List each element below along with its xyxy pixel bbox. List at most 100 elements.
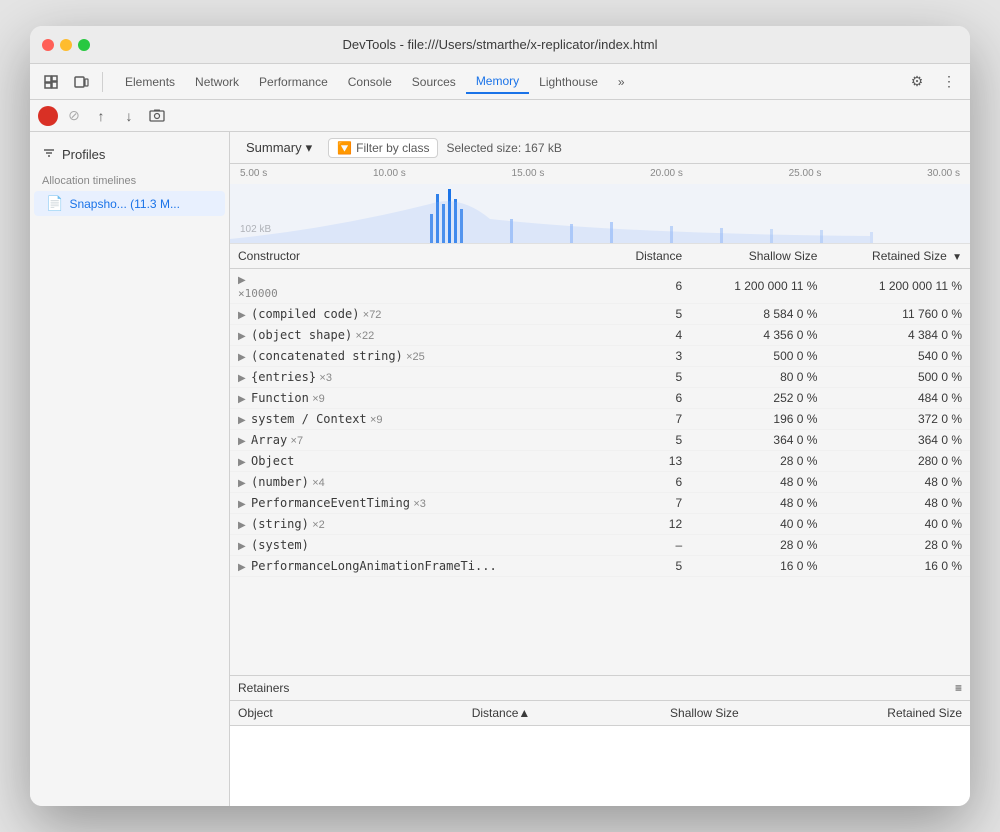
expand-arrow-icon[interactable]: ▶ [238, 373, 246, 384]
ret-col-distance[interactable]: Distance▲ [355, 701, 539, 726]
table-row[interactable]: ▶ PerformanceEventTiming ×3 7 48 0 % 48 … [230, 493, 970, 514]
snapshot-item[interactable]: 📄 Snapsho... (11.3 M... [34, 191, 225, 216]
record-button[interactable] [38, 106, 58, 126]
tab-more[interactable]: » [608, 71, 635, 93]
shallow-pct: 0 % [797, 433, 818, 447]
retained-pct: 0 % [941, 412, 962, 426]
inspect-icon[interactable] [38, 69, 64, 95]
retained-pct: 0 % [941, 328, 962, 342]
table-row[interactable]: ▶ Object 13 28 0 % 280 0 % [230, 451, 970, 472]
distance-cell: 7 [605, 493, 691, 514]
col-retained[interactable]: Retained Size ▼ [825, 244, 970, 269]
expand-arrow-icon[interactable]: ▶ [238, 478, 246, 489]
constructor-name: {entries} [251, 370, 316, 384]
device-toggle-icon[interactable] [68, 69, 94, 95]
tab-sources[interactable]: Sources [402, 71, 466, 93]
constructor-cell: ▶ PerformanceEventTiming ×3 [230, 493, 605, 514]
download-icon[interactable]: ↓ [118, 105, 140, 127]
toolbar-right: ⚙ ⋮ [904, 69, 962, 95]
table-row[interactable]: ▶ (string) ×2 12 40 0 % 40 0 % [230, 514, 970, 535]
retained-pct: 0 % [941, 475, 962, 489]
table-row[interactable]: ▶ (number) ×4 6 48 0 % 48 0 % [230, 472, 970, 493]
shallow-cell: 80 0 % [690, 367, 825, 388]
tab-memory[interactable]: Memory [466, 70, 529, 94]
tab-elements[interactable]: Elements [115, 71, 185, 93]
shallow-pct: 0 % [797, 307, 818, 321]
expand-arrow-icon[interactable]: ▶ [238, 415, 246, 426]
tab-performance[interactable]: Performance [249, 71, 338, 93]
table-row[interactable]: ▶ Function ×9 6 252 0 % 484 0 % [230, 388, 970, 409]
close-button[interactable] [42, 39, 54, 51]
distance-cell: 12 [605, 514, 691, 535]
upload-icon[interactable]: ↑ [90, 105, 112, 127]
expand-arrow-icon[interactable]: ▶ [238, 310, 246, 321]
expand-arrow-icon[interactable]: ▶ [238, 520, 246, 531]
constructor-name: (object shape) [251, 328, 352, 342]
shallow-pct: 0 % [797, 412, 818, 426]
col-constructor[interactable]: Constructor [230, 244, 605, 269]
table-row[interactable]: ▶ (concatenated string) ×25 3 500 0 % 54… [230, 346, 970, 367]
col-shallow[interactable]: Shallow Size [690, 244, 825, 269]
expand-arrow-icon[interactable]: ▶ [238, 331, 246, 342]
constructor-cell: ▶ system / Context ×9 [230, 409, 605, 430]
retained-pct: 0 % [941, 496, 962, 510]
expand-arrow-icon[interactable]: ▶ [238, 499, 246, 510]
tab-console[interactable]: Console [338, 71, 402, 93]
ret-col-retained[interactable]: Retained Size [747, 701, 970, 726]
filter-by-class-button[interactable]: 🔽 Filter by class [328, 138, 438, 158]
label-25s: 25.00 s [789, 168, 822, 179]
expand-arrow-icon[interactable]: ▶ [238, 352, 246, 363]
traffic-lights [42, 39, 90, 51]
retained-cell: 484 0 % [825, 388, 970, 409]
heap-snapshot-table: Constructor Distance Shallow Size Retain… [230, 244, 970, 577]
table-row[interactable]: ▶ (system) – 28 0 % 28 0 % [230, 535, 970, 556]
distance-cell: 5 [605, 430, 691, 451]
distance-cell: 5 [605, 367, 691, 388]
table-row[interactable]: ▶ ×10000 6 1 200 000 11 % 1 200 000 11 % [230, 269, 970, 304]
table-row[interactable]: ▶ Array ×7 5 364 0 % 364 0 % [230, 430, 970, 451]
table-row[interactable]: ▶ (object shape) ×22 4 4 356 0 % 4 384 0… [230, 325, 970, 346]
expand-arrow-icon[interactable]: ▶ [238, 436, 246, 447]
table-row[interactable]: ▶ system / Context ×9 7 196 0 % 372 0 % [230, 409, 970, 430]
retained-cell: 48 0 % [825, 472, 970, 493]
retainers-table: Object Distance▲ Shallow Size Retained S… [230, 701, 970, 806]
toolbar-separator [102, 72, 103, 92]
settings-icon[interactable]: ⚙ [904, 69, 930, 95]
tab-network[interactable]: Network [185, 71, 249, 93]
expand-arrow-icon[interactable]: ▶ [238, 275, 246, 286]
table-row[interactable]: ▶ PerformanceLongAnimationFrameTi... 5 1… [230, 556, 970, 577]
shallow-pct: 0 % [797, 349, 818, 363]
ret-col-shallow[interactable]: Shallow Size [538, 701, 746, 726]
ret-col-object[interactable]: Object [230, 701, 355, 726]
shallow-pct: 0 % [797, 559, 818, 573]
shallow-pct: 0 % [797, 475, 818, 489]
sort-desc-icon: ▼ [952, 252, 962, 263]
tab-lighthouse[interactable]: Lighthouse [529, 71, 608, 93]
label-5s: 5.00 s [240, 168, 267, 179]
shallow-pct: 0 % [797, 370, 818, 384]
more-icon[interactable]: ⋮ [936, 69, 962, 95]
expand-arrow-icon[interactable]: ▶ [238, 562, 246, 573]
table-row[interactable]: ▶ {entries} ×3 5 80 0 % 500 0 % [230, 367, 970, 388]
expand-arrow-icon[interactable]: ▶ [238, 457, 246, 468]
expand-arrow-icon[interactable]: ▶ [238, 541, 246, 552]
shallow-pct: 11 % [791, 279, 817, 293]
col-distance[interactable]: Distance [605, 244, 691, 269]
retained-cell: 280 0 % [825, 451, 970, 472]
stop-button[interactable]: ⊘ [64, 106, 84, 126]
summary-dropdown[interactable]: Summary ▾ [238, 138, 320, 158]
main-table-container[interactable]: Constructor Distance Shallow Size Retain… [230, 244, 970, 675]
screenshot-icon[interactable] [146, 105, 168, 127]
main-area: Profiles Allocation timelines 📄 Snapsho.… [30, 132, 970, 806]
sidebar: Profiles Allocation timelines 📄 Snapsho.… [30, 132, 230, 806]
maximize-button[interactable] [78, 39, 90, 51]
count-label: ×3 [413, 498, 426, 510]
minimize-button[interactable] [60, 39, 72, 51]
constructor-cell: ▶ (string) ×2 [230, 514, 605, 535]
count-label: ×9 [370, 414, 383, 426]
distance-cell: 6 [605, 388, 691, 409]
expand-arrow-icon[interactable]: ▶ [238, 394, 246, 405]
count-label: ×10000 [238, 287, 278, 300]
count-label: ×7 [291, 435, 304, 447]
table-row[interactable]: ▶ (compiled code) ×72 5 8 584 0 % 11 760… [230, 304, 970, 325]
